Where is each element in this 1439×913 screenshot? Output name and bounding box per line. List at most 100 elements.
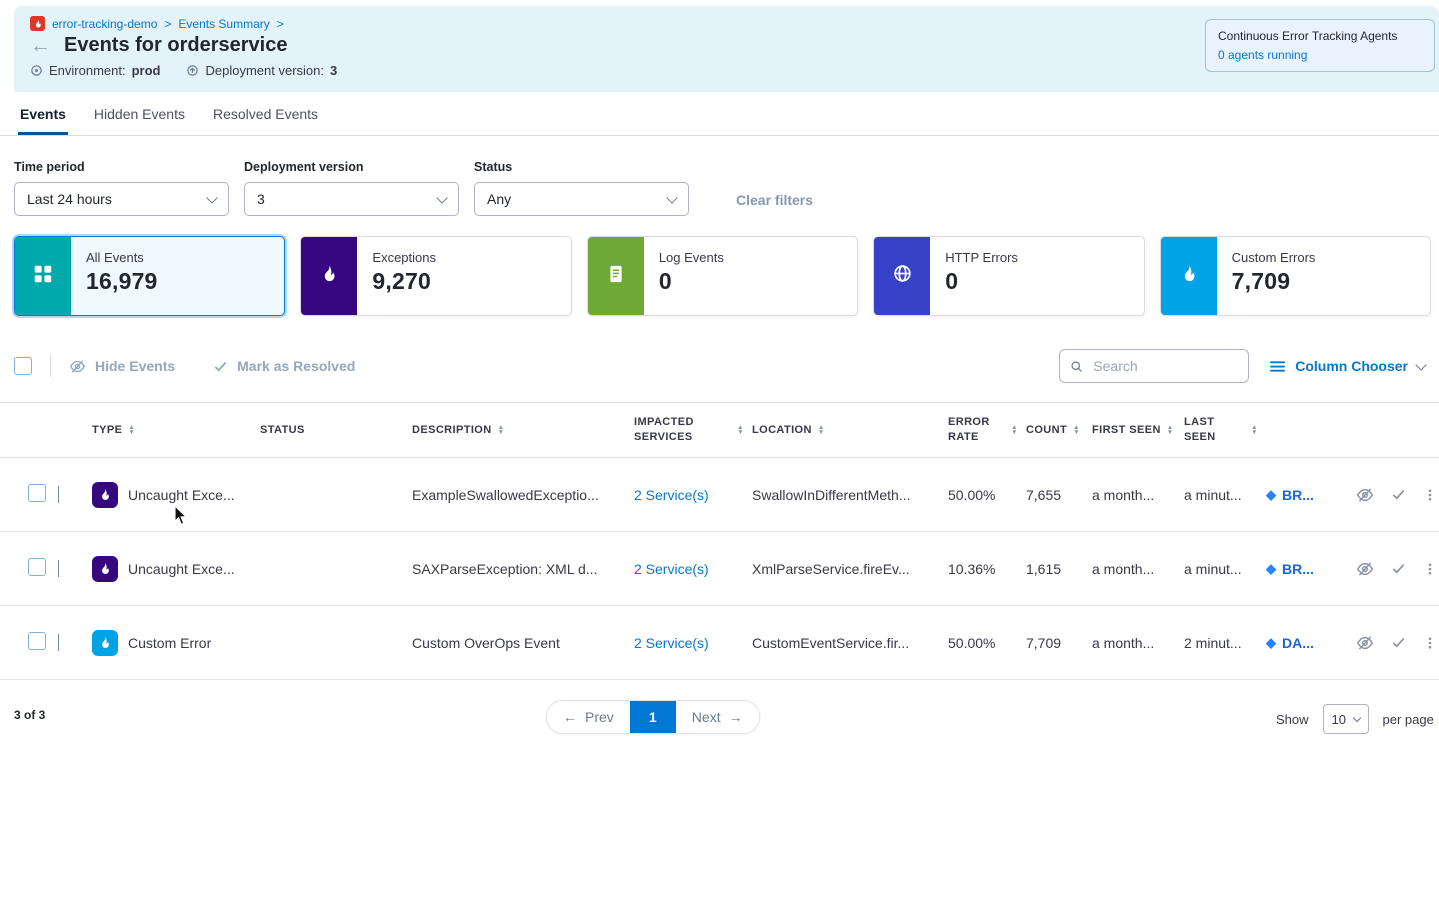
show-label: Show [1276,712,1309,727]
card-custom-errors[interactable]: Custom Errors 7,709 [1160,236,1431,316]
page-title: Events for orderservice [64,34,287,57]
hide-events-label: Hide Events [95,358,175,374]
card-label: Exceptions [372,250,436,265]
error-rate: 50.00% [948,635,1026,651]
jira-ticket-link[interactable]: ◆BR... [1266,487,1346,503]
agents-running-link[interactable]: 0 agents running [1218,48,1422,62]
row-checkbox[interactable] [28,558,46,576]
event-location: CustomEventService.fir... [752,635,948,651]
column-header-location[interactable]: LOCATION▲▼ [752,423,948,438]
event-type: Uncaught Exce... [128,487,235,503]
time-period-select[interactable]: Last 24 hours [14,182,229,216]
row-count-label: 3 of 3 [14,708,45,722]
tab-hidden-events[interactable]: Hidden Events [92,106,187,135]
sort-icon[interactable]: ▲▼ [1251,425,1258,435]
row-checkbox[interactable] [28,632,46,650]
environment-label: Environment: [49,63,126,78]
column-header-count[interactable]: COUNT▲▼ [1026,423,1092,438]
kebab-menu-icon[interactable] [1423,561,1437,577]
column-chooser-button[interactable]: Column Chooser [1269,358,1425,374]
chevron-down-icon [436,192,447,203]
impacted-services-link[interactable]: 2 Service(s) [634,561,709,577]
filters-bar: Time period Last 24 hours Deployment ver… [0,136,1439,216]
sort-icon[interactable]: ▲▼ [737,425,744,435]
table-toolbar: Hide Events Mark as Resolved Column Choo… [0,348,1439,384]
impacted-services-link[interactable]: 2 Service(s) [634,635,709,651]
card-exceptions[interactable]: Exceptions 9,270 [300,236,571,316]
resolve-event-icon[interactable] [1391,487,1406,502]
tab-events[interactable]: Events [18,106,68,135]
impacted-services-link[interactable]: 2 Service(s) [634,487,709,503]
deployment-version-select[interactable]: 3 [244,182,459,216]
expand-row-icon[interactable] [58,560,59,577]
last-seen: a minut... [1184,561,1266,577]
sort-icon[interactable]: ▲▼ [818,425,825,435]
deployment-meta: Deployment version: 3 [186,63,337,78]
card-http-errors[interactable]: HTTP Errors 0 [873,236,1144,316]
deployment-version-icon [186,64,199,77]
card-label: Log Events [659,250,724,265]
jira-icon: ◆ [1266,561,1276,577]
column-header-last-seen[interactable]: LAST SEEN▲▼ [1184,415,1266,445]
column-header-first-seen[interactable]: FIRST SEEN▲▼ [1092,423,1184,438]
back-button[interactable]: ← [30,35,51,56]
mark-resolved-button[interactable]: Mark as Resolved [213,358,355,374]
globe-icon [892,263,913,289]
expand-row-icon[interactable] [58,486,59,503]
search-input[interactable] [1091,357,1238,375]
custom-error-type-icon [92,630,118,656]
flame-icon [319,264,339,289]
hide-events-button[interactable]: Hide Events [69,358,175,375]
environment-value: prod [132,63,161,78]
card-log-events[interactable]: Log Events 0 [587,236,858,316]
arrow-right-icon: → [729,709,743,725]
sort-icon[interactable]: ▲▼ [498,425,505,435]
resolve-event-icon[interactable] [1391,561,1406,576]
mark-resolved-label: Mark as Resolved [237,358,355,374]
deployment-version-filter: Deployment version 3 [244,160,459,216]
search-icon [1070,359,1083,374]
kebab-menu-icon[interactable] [1423,487,1437,503]
breadcrumb-link-events-summary[interactable]: Events Summary [178,17,269,31]
breadcrumb-link-project[interactable]: error-tracking-demo [52,17,157,31]
page-number-button[interactable]: 1 [630,701,676,733]
column-chooser-label: Column Chooser [1295,358,1408,374]
select-all-checkbox[interactable] [14,357,32,375]
card-all-events[interactable]: All Events 16,979 [14,236,285,316]
column-header-type[interactable]: TYPE▲▼ [92,423,260,438]
sort-icon[interactable]: ▲▼ [1073,425,1080,435]
status-select[interactable]: Any [474,182,689,216]
toolbar-divider [50,355,51,377]
event-location: SwallowInDifferentMeth... [752,487,948,503]
tab-resolved-events[interactable]: Resolved Events [211,106,320,135]
hamburger-icon [1269,359,1286,374]
kebab-menu-icon[interactable] [1423,635,1437,651]
prev-page-button[interactable]: ← Prev [547,701,630,733]
sort-icon[interactable]: ▲▼ [128,425,135,435]
clear-filters-button[interactable]: Clear filters [736,192,813,208]
first-seen: a month... [1092,487,1184,503]
hide-event-icon[interactable] [1356,486,1374,504]
resolve-event-icon[interactable] [1391,635,1406,650]
breadcrumb-separator: > [164,17,171,31]
agents-panel[interactable]: Continuous Error Tracking Agents 0 agent… [1205,19,1435,72]
card-value: 9,270 [372,268,436,295]
hide-event-icon[interactable] [1356,560,1374,578]
page-size-select[interactable]: 10 [1323,704,1369,734]
column-header-impacted-services[interactable]: IMPACTED SERVICES▲▼ [634,415,752,445]
hide-event-icon[interactable] [1356,634,1374,652]
row-checkbox[interactable] [28,484,46,502]
exception-type-icon [92,482,118,508]
expand-row-icon[interactable] [58,634,59,651]
event-count: 1,615 [1026,561,1092,577]
sort-icon[interactable]: ▲▼ [1167,425,1174,435]
next-page-button[interactable]: Next → [676,701,759,733]
column-header-error-rate[interactable]: ERROR RATE▲▼ [948,415,1026,445]
jira-ticket-link[interactable]: ◆DA... [1266,635,1346,651]
table-row: Uncaught Exce... SAXParseException: XML … [0,532,1439,606]
deployment-value: 3 [330,63,337,78]
type-cell: Custom Error [92,630,260,656]
jira-ticket-link[interactable]: ◆BR... [1266,561,1346,577]
column-header-description[interactable]: DESCRIPTION▲▼ [412,423,634,438]
sort-icon[interactable]: ▲▼ [1011,425,1018,435]
